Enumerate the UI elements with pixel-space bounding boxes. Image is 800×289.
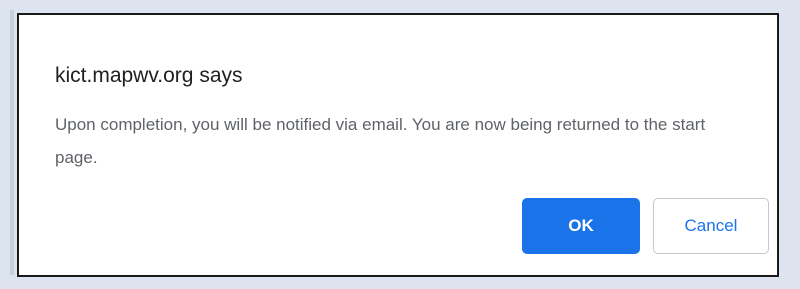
alert-dialog: kict.mapwv.org says Upon completion, you…	[17, 13, 779, 277]
background-page-edge	[10, 10, 14, 275]
dialog-title: kict.mapwv.org says	[55, 64, 243, 87]
cancel-button[interactable]: Cancel	[653, 198, 769, 254]
dialog-message: Upon completion, you will be notified vi…	[55, 115, 706, 167]
ok-button[interactable]: OK	[522, 198, 640, 254]
